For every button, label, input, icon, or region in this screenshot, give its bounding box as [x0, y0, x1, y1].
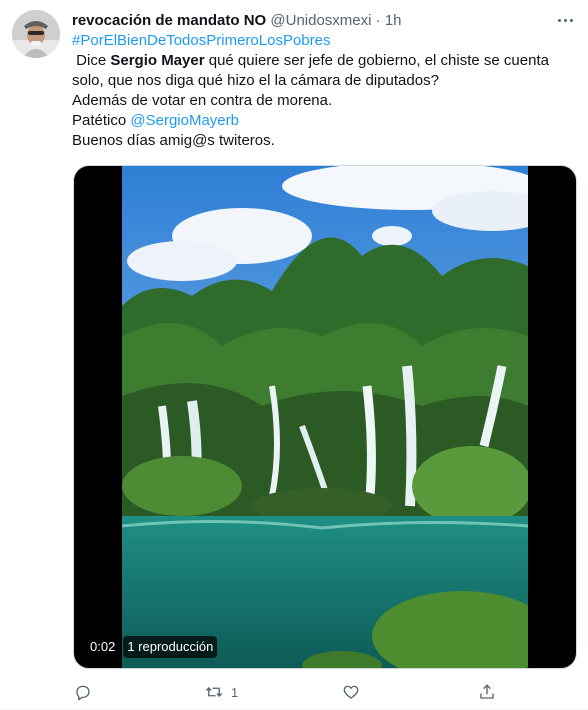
header-separator: ·: [375, 12, 381, 29]
bold-name: Sergio Mayer: [110, 52, 205, 69]
text-line4-prefix: Patético: [72, 112, 131, 129]
heart-icon: [343, 685, 359, 699]
video-views: 1 reproducción: [123, 636, 218, 658]
tweet-actions: 1: [72, 681, 512, 703]
reply-button[interactable]: [74, 681, 100, 703]
reply-icon: [76, 685, 90, 701]
tweet-header: revocación de mandato NO @Unidosxmexi · …: [72, 11, 572, 31]
display-name[interactable]: revocación de mandato NO: [72, 12, 266, 29]
video-duration: 0:02: [86, 636, 120, 658]
retweet-count: 1: [231, 684, 239, 700]
video-frame: [122, 166, 528, 668]
text-line5: Buenos días amig@s twiteros.: [72, 132, 275, 149]
video-badges: 0:02 1 reproducción: [86, 636, 218, 658]
retweet-icon: [205, 686, 223, 698]
share-icon: [480, 684, 494, 699]
share-button[interactable]: [478, 681, 504, 703]
mention-link[interactable]: @SergioMayerb: [130, 112, 239, 129]
video-player[interactable]: 0:02 1 reproducción: [73, 165, 577, 669]
text-line3: Además de votar en contra de morena.: [72, 92, 333, 109]
retweet-button[interactable]: 1: [205, 681, 238, 703]
text-line1-suffix: qué quiere ser jefe de gobierno, el chis…: [204, 52, 549, 69]
like-button[interactable]: [342, 681, 368, 703]
tweet-card[interactable]: revocación de mandato NO @Unidosxmexi · …: [0, 0, 588, 710]
timestamp[interactable]: 1h: [385, 12, 402, 29]
avatar-image: [12, 10, 60, 58]
hashtag-link[interactable]: #PorElBienDeTodosPrimeroLosPobres: [72, 32, 330, 49]
text-line1-prefix: Dice: [72, 52, 111, 69]
text-line2: solo, que nos diga qué hizo el la cámara…: [72, 72, 439, 89]
avatar[interactable]: [12, 10, 60, 58]
user-handle[interactable]: @Unidosxmexi: [270, 12, 371, 29]
tweet-body: revocación de mandato NO @Unidosxmexi · …: [72, 11, 572, 151]
